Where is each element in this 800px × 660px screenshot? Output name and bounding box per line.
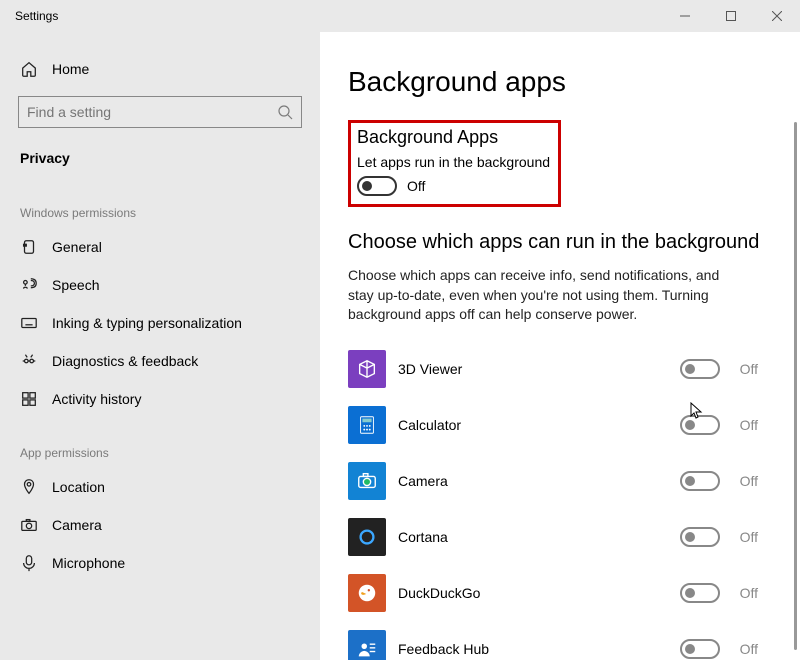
sidebar-item-camera[interactable]: Camera	[0, 506, 320, 544]
group-windows-permissions: Windows permissions	[0, 178, 320, 228]
home-icon	[20, 60, 38, 78]
sidebar-item-label: Camera	[52, 517, 102, 533]
calc-icon	[348, 406, 386, 444]
app-row-camera: Camera Off	[348, 453, 758, 509]
app-toggle-state: Off	[740, 417, 758, 433]
app-toggle[interactable]	[680, 583, 720, 603]
home-nav[interactable]: Home	[0, 52, 320, 86]
privacy-heading: Privacy	[0, 138, 320, 178]
sidebar-item-general[interactable]: General	[0, 228, 320, 266]
app-name: DuckDuckGo	[398, 585, 680, 601]
speech-icon	[20, 276, 38, 294]
sidebar-item-label: Speech	[52, 277, 99, 293]
sidebar-item-label: Location	[52, 479, 105, 495]
general-icon	[20, 238, 38, 256]
search-input[interactable]	[27, 104, 277, 120]
choose-apps-desc: Choose which apps can receive info, send…	[348, 266, 738, 325]
app-name: Cortana	[398, 529, 680, 545]
app-toggle[interactable]	[680, 359, 720, 379]
sidebar-item-label: Inking & typing personalization	[52, 315, 242, 331]
app-row--d-viewer: 3D Viewer Off	[348, 341, 758, 397]
activity-icon	[20, 390, 38, 408]
app-toggle-state: Off	[740, 529, 758, 545]
search-box[interactable]	[18, 96, 302, 128]
duck-icon	[348, 574, 386, 612]
app-row-cortana: Cortana Off	[348, 509, 758, 565]
sidebar-item-speech[interactable]: Speech	[0, 266, 320, 304]
app-name: 3D Viewer	[398, 361, 680, 377]
sidebar-item-label: Activity history	[52, 391, 141, 407]
app-toggle-state: Off	[740, 361, 758, 377]
choose-apps-heading: Choose which apps can run in the backgro…	[348, 231, 776, 254]
master-toggle-state: Off	[407, 178, 425, 194]
camera-icon	[348, 462, 386, 500]
diagnostics-icon	[20, 352, 38, 370]
app-toggle-state: Off	[740, 585, 758, 601]
group-app-permissions: App permissions	[0, 418, 320, 468]
sidebar-item-microphone[interactable]: Microphone	[0, 544, 320, 582]
app-name: Camera	[398, 473, 680, 489]
section-title: Background Apps	[357, 127, 550, 148]
app-toggle-state: Off	[740, 473, 758, 489]
app-toggle[interactable]	[680, 527, 720, 547]
page-title: Background apps	[348, 66, 776, 98]
app-toggle[interactable]	[680, 471, 720, 491]
minimize-button[interactable]	[662, 0, 708, 32]
location-icon	[20, 478, 38, 496]
sidebar: Home Privacy Windows permissions General…	[0, 32, 320, 660]
scrollbar[interactable]	[794, 122, 797, 650]
close-button[interactable]	[754, 0, 800, 32]
app-toggle-state: Off	[740, 641, 758, 657]
sidebar-item-location[interactable]: Location	[0, 468, 320, 506]
sidebar-item-label: General	[52, 239, 102, 255]
sidebar-item-diagnostics-feedback[interactable]: Diagnostics & feedback	[0, 342, 320, 380]
window-title: Settings	[15, 9, 58, 23]
inking-icon	[20, 314, 38, 332]
microphone-icon	[20, 554, 38, 572]
app-name: Feedback Hub	[398, 641, 680, 657]
sidebar-item-activity-history[interactable]: Activity history	[0, 380, 320, 418]
app-row-duckduckgo: DuckDuckGo Off	[348, 565, 758, 621]
sidebar-item-label: Microphone	[52, 555, 125, 571]
app-toggle[interactable]	[680, 639, 720, 659]
app-name: Calculator	[398, 417, 680, 433]
sidebar-item-inking-typing-personalization[interactable]: Inking & typing personalization	[0, 304, 320, 342]
titlebar: Settings	[0, 0, 800, 32]
cube-icon	[348, 350, 386, 388]
master-toggle[interactable]	[357, 176, 397, 196]
ring-icon	[348, 518, 386, 556]
app-row-feedback-hub: Feedback Hub Off	[348, 621, 758, 660]
home-label: Home	[52, 61, 89, 77]
search-icon	[277, 104, 293, 120]
maximize-button[interactable]	[708, 0, 754, 32]
let-apps-label: Let apps run in the background	[357, 154, 550, 170]
main-content: Background apps Background Apps Let apps…	[320, 32, 800, 660]
highlight-box-master-toggle: Background Apps Let apps run in the back…	[348, 120, 561, 207]
sidebar-item-label: Diagnostics & feedback	[52, 353, 198, 369]
cursor-icon	[690, 402, 704, 425]
camera-icon	[20, 516, 38, 534]
person-icon	[348, 630, 386, 660]
